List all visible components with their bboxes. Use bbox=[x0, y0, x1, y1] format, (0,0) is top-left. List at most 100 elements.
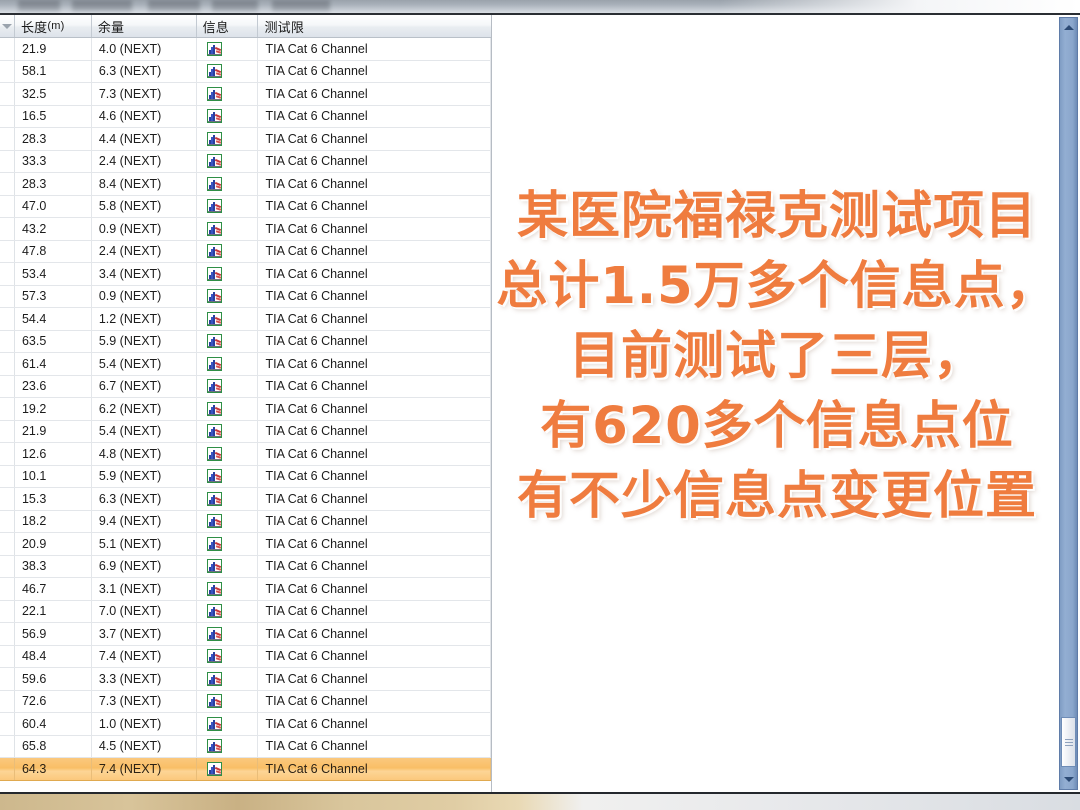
table-row[interactable]: 63.5 5.9 (NEXT) TIA Cat 6 Channel bbox=[0, 330, 491, 353]
scroll-up-arrow-icon[interactable] bbox=[1060, 19, 1077, 36]
table-row[interactable]: 18.2 9.4 (NEXT) TIA Cat 6 Channel bbox=[0, 510, 491, 533]
table-row[interactable]: 15.3 6.3 (NEXT) TIA Cat 6 Channel bbox=[0, 488, 491, 511]
chart-graph-icon[interactable] bbox=[206, 559, 222, 574]
chart-graph-icon[interactable] bbox=[206, 694, 222, 709]
table-row[interactable]: 58.1 6.3 (NEXT) TIA Cat 6 Channel bbox=[0, 60, 491, 83]
table-row[interactable]: 48.4 7.4 (NEXT) TIA Cat 6 Channel bbox=[0, 645, 491, 668]
chart-graph-icon[interactable] bbox=[206, 536, 222, 551]
table-row[interactable]: 47.8 2.4 (NEXT) TIA Cat 6 Channel bbox=[0, 240, 491, 263]
cell-info[interactable] bbox=[197, 150, 259, 172]
table-row[interactable]: 56.9 3.7 (NEXT) TIA Cat 6 Channel bbox=[0, 623, 491, 646]
column-header-sort[interactable] bbox=[0, 15, 15, 37]
cell-info[interactable] bbox=[197, 600, 259, 622]
column-header-length[interactable]: 长度 (m) bbox=[15, 15, 92, 37]
cell-info[interactable] bbox=[197, 263, 259, 285]
cell-info[interactable] bbox=[197, 105, 259, 127]
table-row[interactable]: 28.3 4.4 (NEXT) TIA Cat 6 Channel bbox=[0, 128, 491, 151]
chart-graph-icon[interactable] bbox=[206, 221, 222, 236]
table-row[interactable]: 16.5 4.6 (NEXT) TIA Cat 6 Channel bbox=[0, 105, 491, 128]
chart-graph-icon[interactable] bbox=[206, 86, 222, 101]
column-header-margin[interactable]: 余量 bbox=[92, 15, 197, 37]
cell-info[interactable] bbox=[197, 195, 259, 217]
table-row[interactable]: 65.8 4.5 (NEXT) TIA Cat 6 Channel bbox=[0, 735, 491, 758]
chart-graph-icon[interactable] bbox=[206, 469, 222, 484]
cell-info[interactable] bbox=[197, 308, 259, 330]
scrollbar-thumb[interactable] bbox=[1061, 717, 1076, 767]
cell-info[interactable] bbox=[197, 555, 259, 577]
table-row[interactable]: 20.9 5.1 (NEXT) TIA Cat 6 Channel bbox=[0, 533, 491, 556]
table-row[interactable]: 54.4 1.2 (NEXT) TIA Cat 6 Channel bbox=[0, 308, 491, 331]
cell-info[interactable] bbox=[197, 713, 259, 735]
test-results-table[interactable]: 长度 (m) 余量 信息 测试限 21.9 4.0 (NEXT) TIA Cat 6 … bbox=[0, 15, 492, 792]
cell-info[interactable] bbox=[197, 173, 259, 195]
cell-info[interactable] bbox=[197, 578, 259, 600]
chart-graph-icon[interactable] bbox=[206, 716, 222, 731]
chart-graph-icon[interactable] bbox=[206, 446, 222, 461]
cell-info[interactable] bbox=[197, 60, 259, 82]
cell-info[interactable] bbox=[197, 690, 259, 712]
cell-info[interactable] bbox=[197, 465, 259, 487]
cell-info[interactable] bbox=[197, 128, 259, 150]
cell-info[interactable] bbox=[197, 623, 259, 645]
cell-info[interactable] bbox=[197, 38, 259, 60]
table-row[interactable]: 72.6 7.3 (NEXT) TIA Cat 6 Channel bbox=[0, 690, 491, 713]
cell-info[interactable] bbox=[197, 353, 259, 375]
table-row[interactable]: 47.0 5.8 (NEXT) TIA Cat 6 Channel bbox=[0, 195, 491, 218]
chart-graph-icon[interactable] bbox=[206, 109, 222, 124]
cell-info[interactable] bbox=[197, 735, 259, 757]
table-row[interactable]: 64.3 7.4 (NEXT) TIA Cat 6 Channel bbox=[0, 758, 491, 781]
table-row[interactable]: 60.4 1.0 (NEXT) TIA Cat 6 Channel bbox=[0, 713, 491, 736]
cell-info[interactable] bbox=[197, 375, 259, 397]
cell-info[interactable] bbox=[197, 668, 259, 690]
table-row[interactable]: 38.3 6.9 (NEXT) TIA Cat 6 Channel bbox=[0, 555, 491, 578]
table-row[interactable]: 23.6 6.7 (NEXT) TIA Cat 6 Channel bbox=[0, 375, 491, 398]
column-header-info[interactable]: 信息 bbox=[197, 15, 259, 37]
chart-graph-icon[interactable] bbox=[206, 514, 222, 529]
table-row[interactable]: 61.4 5.4 (NEXT) TIA Cat 6 Channel bbox=[0, 353, 491, 376]
cell-info[interactable] bbox=[197, 218, 259, 240]
cell-info[interactable] bbox=[197, 420, 259, 442]
chart-graph-icon[interactable] bbox=[206, 491, 222, 506]
table-row[interactable]: 43.2 0.9 (NEXT) TIA Cat 6 Channel bbox=[0, 218, 491, 241]
chart-graph-icon[interactable] bbox=[206, 289, 222, 304]
chart-graph-icon[interactable] bbox=[206, 176, 222, 191]
chart-graph-icon[interactable] bbox=[206, 154, 222, 169]
cell-info[interactable] bbox=[197, 398, 259, 420]
chart-graph-icon[interactable] bbox=[206, 626, 222, 641]
cell-info[interactable] bbox=[197, 488, 259, 510]
chart-graph-icon[interactable] bbox=[206, 244, 222, 259]
cell-info[interactable] bbox=[197, 83, 259, 105]
chart-graph-icon[interactable] bbox=[206, 64, 222, 79]
chart-graph-icon[interactable] bbox=[206, 356, 222, 371]
table-row[interactable]: 46.7 3.1 (NEXT) TIA Cat 6 Channel bbox=[0, 578, 491, 601]
table-row[interactable]: 19.2 6.2 (NEXT) TIA Cat 6 Channel bbox=[0, 398, 491, 421]
chart-graph-icon[interactable] bbox=[206, 671, 222, 686]
chart-graph-icon[interactable] bbox=[206, 199, 222, 214]
chart-graph-icon[interactable] bbox=[206, 379, 222, 394]
table-row[interactable]: 22.1 7.0 (NEXT) TIA Cat 6 Channel bbox=[0, 600, 491, 623]
chart-graph-icon[interactable] bbox=[206, 604, 222, 619]
chart-graph-icon[interactable] bbox=[206, 424, 222, 439]
chart-graph-icon[interactable] bbox=[206, 761, 222, 776]
cell-info[interactable] bbox=[197, 645, 259, 667]
cell-info[interactable] bbox=[197, 758, 259, 780]
table-row[interactable]: 33.3 2.4 (NEXT) TIA Cat 6 Channel bbox=[0, 150, 491, 173]
table-row[interactable]: 32.5 7.3 (NEXT) TIA Cat 6 Channel bbox=[0, 83, 491, 106]
chart-graph-icon[interactable] bbox=[206, 131, 222, 146]
cell-info[interactable] bbox=[197, 533, 259, 555]
table-row[interactable]: 57.3 0.9 (NEXT) TIA Cat 6 Channel bbox=[0, 285, 491, 308]
table-row[interactable]: 12.6 4.8 (NEXT) TIA Cat 6 Channel bbox=[0, 443, 491, 466]
chart-graph-icon[interactable] bbox=[206, 311, 222, 326]
chart-graph-icon[interactable] bbox=[206, 739, 222, 754]
cell-info[interactable] bbox=[197, 240, 259, 262]
column-header-test-limit[interactable]: 测试限 bbox=[258, 15, 491, 37]
chart-graph-icon[interactable] bbox=[206, 581, 222, 596]
chart-graph-icon[interactable] bbox=[206, 334, 222, 349]
cell-info[interactable] bbox=[197, 443, 259, 465]
table-row[interactable]: 21.9 5.4 (NEXT) TIA Cat 6 Channel bbox=[0, 420, 491, 443]
table-row[interactable]: 21.9 4.0 (NEXT) TIA Cat 6 Channel bbox=[0, 38, 491, 61]
table-row[interactable]: 53.4 3.4 (NEXT) TIA Cat 6 Channel bbox=[0, 263, 491, 286]
scroll-down-arrow-icon[interactable] bbox=[1060, 771, 1077, 788]
table-row[interactable]: 28.3 8.4 (NEXT) TIA Cat 6 Channel bbox=[0, 173, 491, 196]
cell-info[interactable] bbox=[197, 285, 259, 307]
